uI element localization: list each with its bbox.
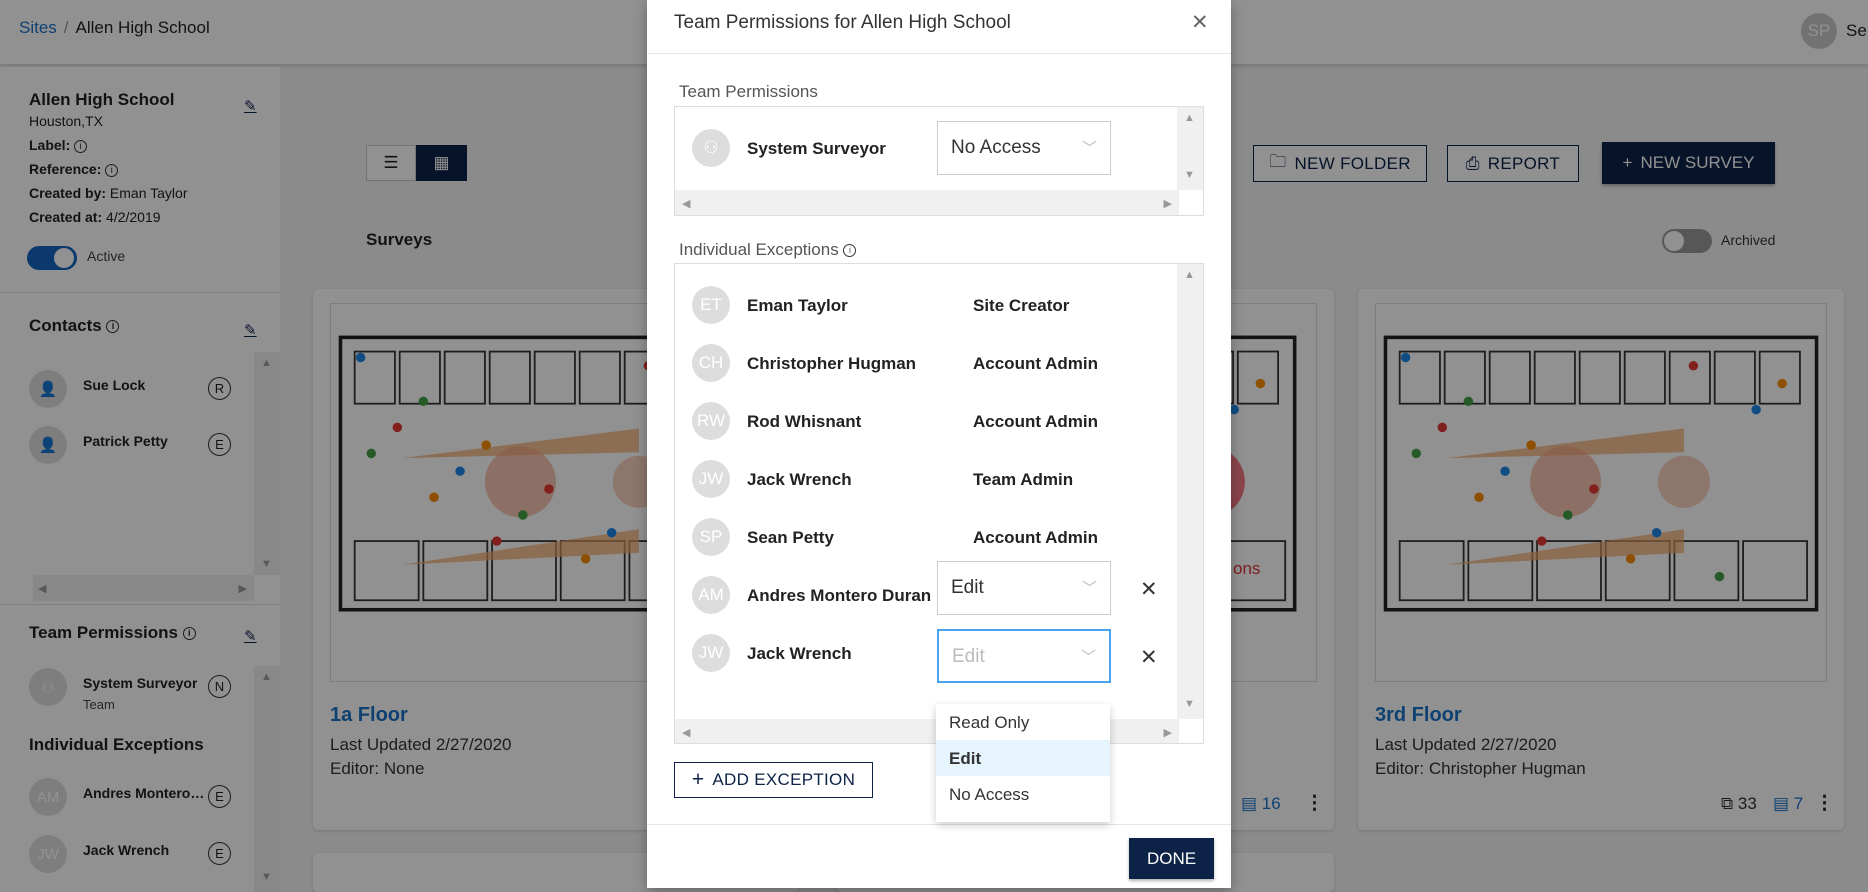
team-permissions-label: Team Permissions xyxy=(679,82,818,101)
avatar: ET xyxy=(692,286,730,324)
chevron-down-icon: ﹀ xyxy=(1081,140,1097,157)
avatar: JW xyxy=(692,460,730,498)
dropdown-option-edit[interactable]: Edit xyxy=(936,740,1110,776)
team-icon: ⚇ xyxy=(692,129,730,167)
team-permissions-list: ⚇ System Surveyor No Access ﹀ ▲ ▼ ◀ ▶ xyxy=(674,106,1204,216)
individual-exceptions-label: Individual Exceptions i xyxy=(679,240,857,260)
avatar: CH xyxy=(692,344,730,382)
plus-icon: + xyxy=(691,768,705,791)
exception-permission-select[interactable]: Edit ﹀ xyxy=(937,629,1111,683)
exception-name: Jack Wrench xyxy=(747,470,852,489)
remove-exception-icon[interactable]: ✕ xyxy=(1140,645,1158,670)
vertical-scrollbar[interactable]: ▲ ▼ xyxy=(1177,264,1203,719)
close-icon[interactable]: ✕ xyxy=(1191,10,1209,35)
exception-name: Christopher Hugman xyxy=(747,354,917,373)
remove-exception-icon[interactable]: ✕ xyxy=(1140,577,1158,602)
exception-row: RW Rod Whisnant Account Admin xyxy=(692,397,1169,445)
dropdown-option-no-access[interactable]: No Access xyxy=(936,776,1110,812)
individual-exceptions-list: ET Eman Taylor Site Creator CH Christopher H… xyxy=(674,263,1204,744)
exception-name: Eman Taylor xyxy=(747,296,848,315)
exception-role: Team Admin xyxy=(973,470,1074,489)
permission-dropdown-menu: Read Only Edit No Access xyxy=(936,704,1110,822)
avatar: RW xyxy=(692,402,730,440)
exception-name: Andres Montero Duran xyxy=(747,586,932,605)
horizontal-scrollbar[interactable]: ◀ ▶ xyxy=(675,190,1179,215)
exception-row: CH Christopher Hugman Account Admin xyxy=(692,339,1169,387)
avatar: SP xyxy=(692,518,730,556)
add-exception-button[interactable]: + ADD EXCEPTION xyxy=(674,762,873,798)
exception-role: Account Admin xyxy=(973,528,1098,547)
exception-role: Account Admin xyxy=(973,412,1098,431)
exception-role: Site Creator xyxy=(973,296,1070,315)
exception-name: Rod Whisnant xyxy=(747,412,862,431)
avatar: AM xyxy=(692,576,730,614)
exception-name: Jack Wrench xyxy=(747,644,852,663)
dialog-header: Team Permissions for Allen High School ✕ xyxy=(647,0,1231,54)
team-permission-select[interactable]: No Access ﹀ xyxy=(937,121,1111,175)
chevron-down-icon: ﹀ xyxy=(1081,580,1097,597)
exception-permission-select[interactable]: Edit ﹀ xyxy=(937,561,1111,615)
avatar: JW xyxy=(692,634,730,672)
dropdown-option-read-only[interactable]: Read Only xyxy=(936,704,1110,740)
chevron-down-icon: ﹀ xyxy=(1080,649,1096,666)
dialog-footer-divider xyxy=(647,824,1231,825)
done-button[interactable]: DONE xyxy=(1129,838,1214,879)
dialog-title: Team Permissions for Allen High School xyxy=(674,12,1011,33)
exception-row: SP Sean Petty Account Admin xyxy=(692,513,1169,561)
exception-row: ET Eman Taylor Site Creator xyxy=(692,281,1169,329)
exception-role: Account Admin xyxy=(973,354,1098,373)
info-icon[interactable]: i xyxy=(843,244,857,258)
exception-row: JW Jack Wrench Team Admin xyxy=(692,455,1169,503)
exception-name: Sean Petty xyxy=(747,528,834,547)
vertical-scrollbar[interactable]: ▲ ▼ xyxy=(1177,107,1203,190)
